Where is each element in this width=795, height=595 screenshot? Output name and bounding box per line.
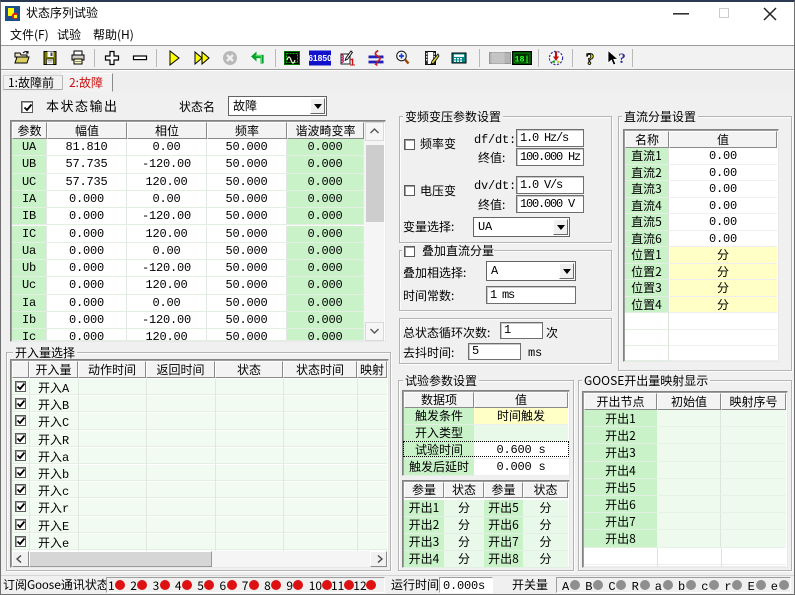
svg-text:61850: 61850 [309,53,331,63]
svg-text:?: ? [586,50,595,66]
svg-text:1: 1 [349,57,355,66]
svg-text:?: ? [618,51,626,66]
svg-text:18|: 18| [514,55,529,65]
